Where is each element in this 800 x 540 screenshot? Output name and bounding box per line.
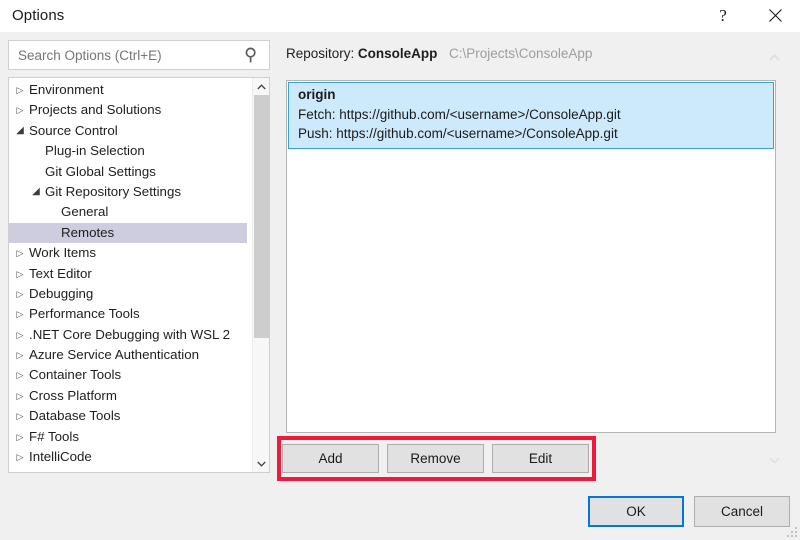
tree-item-label: IntelliCode bbox=[29, 449, 92, 465]
title-bar: Options ? bbox=[0, 0, 800, 32]
grip-dot bbox=[795, 535, 797, 537]
chevron-down-icon bbox=[257, 461, 266, 467]
close-icon bbox=[768, 9, 782, 22]
tree-item-work-items[interactable]: ▷ Work Items bbox=[9, 243, 247, 263]
repository-header: Repository: ConsoleApp C:\Projects\Conso… bbox=[286, 46, 746, 68]
tree-item-performance-tools[interactable]: ▷ Performance Tools bbox=[9, 304, 247, 324]
triangle-down-icon: ◢ bbox=[32, 185, 40, 197]
tree-item-container-tools[interactable]: ▷ Container Tools bbox=[9, 365, 247, 385]
tree-item-text-editor[interactable]: ▷ Text Editor bbox=[9, 264, 247, 284]
remotes-list[interactable]: origin Fetch: https://github.com/<userna… bbox=[286, 80, 776, 433]
tree-item-projects-and-solutions[interactable]: ▷ Projects and Solutions bbox=[9, 100, 247, 120]
triangle-right-icon: ▷ bbox=[16, 329, 24, 340]
tree-item-label: Container Tools bbox=[29, 367, 122, 383]
grip-dot bbox=[795, 531, 797, 533]
tree-item-label: Environment bbox=[29, 82, 104, 97]
repository-label: Repository: bbox=[286, 46, 355, 61]
chevron-up-icon bbox=[768, 53, 780, 61]
triangle-right-icon: ▷ bbox=[16, 411, 24, 422]
grip-dot bbox=[795, 527, 797, 529]
options-tree: ▷ Environment ▷ Projects and Solutions ◢ Sour… bbox=[9, 80, 247, 467]
tree-item-label: Git Repository Settings bbox=[45, 183, 181, 199]
tree-item-f-tools[interactable]: ▷ F# Tools bbox=[9, 427, 247, 447]
pane-expand-button[interactable] bbox=[764, 452, 784, 468]
triangle-down-icon: ◢ bbox=[16, 124, 24, 136]
search-icon bbox=[245, 47, 256, 63]
help-button[interactable]: ? bbox=[700, 0, 746, 31]
options-tree-panel: ▷ Environment ▷ Projects and Solutions ◢ Sour… bbox=[8, 77, 270, 473]
triangle-right-icon: ▷ bbox=[16, 431, 24, 442]
repository-collapse-button[interactable] bbox=[764, 49, 784, 65]
tree-item-label: Debugging bbox=[29, 285, 94, 301]
tree-item-label: Text Editor bbox=[29, 265, 92, 281]
tree-item-git-repository-settings[interactable]: ◢ Git Repository Settings bbox=[9, 182, 247, 202]
add-button[interactable]: Add bbox=[282, 444, 379, 473]
chevron-down-icon bbox=[768, 456, 780, 464]
search-box[interactable] bbox=[8, 40, 270, 70]
close-button[interactable] bbox=[752, 0, 798, 31]
window-title: Options bbox=[12, 7, 65, 24]
tree-item-database-tools[interactable]: ▷ Database Tools bbox=[9, 406, 247, 426]
remote-push-url: Push: https://github.com/<username>/Cons… bbox=[298, 126, 618, 141]
tree-item-label: Projects and Solutions bbox=[29, 102, 162, 118]
search-input[interactable] bbox=[18, 46, 233, 65]
triangle-right-icon: ▷ bbox=[16, 452, 24, 463]
tree-item-general[interactable]: General bbox=[9, 202, 247, 222]
tree-item-plug-in-selection[interactable]: Plug-in Selection bbox=[9, 141, 247, 161]
remote-name: origin bbox=[298, 87, 336, 102]
scrollbar-thumb[interactable] bbox=[254, 95, 269, 338]
remote-fetch-url: Fetch: https://github.com/<username>/Con… bbox=[298, 107, 621, 122]
tree-item-source-control[interactable]: ◢ Source Control bbox=[9, 121, 247, 141]
tree-item-git-global-settings[interactable]: Git Global Settings bbox=[9, 162, 247, 182]
options-dialog: Options ? ▷ Environment ▷ Projects and Solu… bbox=[0, 0, 800, 540]
remote-list-item[interactable]: origin Fetch: https://github.com/<userna… bbox=[288, 82, 774, 149]
tree-item-label: Database Tools bbox=[29, 408, 121, 424]
tree-scrollbar[interactable] bbox=[252, 78, 269, 472]
tree-item-intellicode[interactable]: ▷ IntelliCode bbox=[9, 447, 247, 467]
tree-item-label: General bbox=[61, 204, 109, 220]
grip-dot bbox=[787, 535, 789, 537]
grip-dot bbox=[791, 535, 793, 537]
edit-button[interactable]: Edit bbox=[492, 444, 589, 473]
cancel-button[interactable]: Cancel bbox=[694, 496, 790, 527]
question-mark-icon: ? bbox=[719, 6, 727, 25]
triangle-right-icon: ▷ bbox=[16, 309, 24, 320]
tree-item-label: Source Control bbox=[29, 122, 118, 138]
tree-item-environment[interactable]: ▷ Environment bbox=[9, 80, 247, 100]
tree-item-label: .NET Core Debugging with WSL 2 bbox=[29, 326, 231, 342]
triangle-right-icon: ▷ bbox=[16, 248, 24, 259]
resize-grip[interactable] bbox=[784, 524, 798, 538]
repository-name: ConsoleApp bbox=[357, 46, 438, 61]
tree-item-debugging[interactable]: ▷ Debugging bbox=[9, 284, 247, 304]
tree-item-remotes[interactable]: Remotes bbox=[9, 222, 247, 244]
scrollbar-up-button[interactable] bbox=[253, 78, 269, 95]
tree-item-label: Work Items bbox=[29, 245, 96, 261]
triangle-right-icon: ▷ bbox=[16, 390, 24, 401]
grip-dot bbox=[791, 531, 793, 533]
tree-item-label: Cross Platform bbox=[29, 387, 117, 403]
remove-button[interactable]: Remove bbox=[387, 444, 484, 473]
tree-item-net-core-debugging-with-wsl-2[interactable]: ▷ .NET Core Debugging with WSL 2 bbox=[9, 325, 247, 345]
tree-item-azure-service-authentication[interactable]: ▷ Azure Service Authentication bbox=[9, 345, 247, 365]
tree-item-label: Remotes bbox=[61, 224, 115, 240]
tree-item-label: Performance Tools bbox=[29, 306, 140, 322]
triangle-right-icon: ▷ bbox=[16, 370, 24, 381]
triangle-right-icon: ▷ bbox=[16, 85, 24, 95]
ok-button[interactable]: OK bbox=[588, 496, 684, 527]
tree-item-label: F# Tools bbox=[29, 428, 80, 444]
repository-path: C:\Projects\ConsoleApp bbox=[449, 46, 593, 61]
triangle-right-icon: ▷ bbox=[16, 350, 24, 361]
triangle-right-icon: ▷ bbox=[16, 268, 24, 279]
triangle-right-icon: ▷ bbox=[16, 105, 24, 116]
tree-item-label: Azure Service Authentication bbox=[29, 347, 200, 363]
tree-item-label: Plug-in Selection bbox=[45, 143, 145, 159]
triangle-right-icon: ▷ bbox=[16, 288, 24, 299]
chevron-up-icon bbox=[257, 83, 266, 89]
tree-item-label: Git Global Settings bbox=[45, 163, 156, 179]
scrollbar-down-button[interactable] bbox=[253, 455, 269, 472]
tree-item-cross-platform[interactable]: ▷ Cross Platform bbox=[9, 386, 247, 406]
